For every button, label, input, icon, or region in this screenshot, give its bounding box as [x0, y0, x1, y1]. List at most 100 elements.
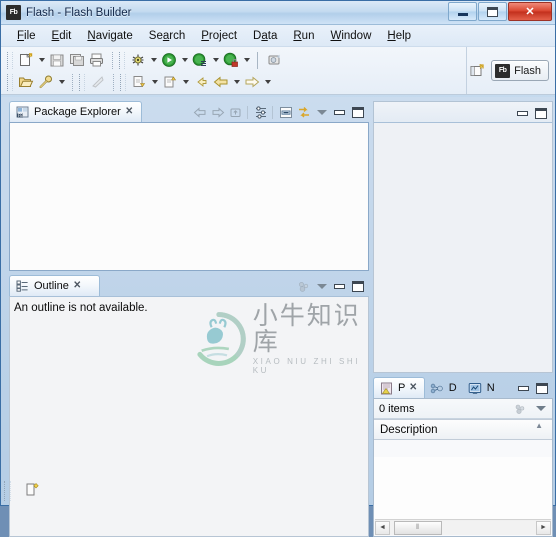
tab-outline[interactable]: Outline ✕ [9, 275, 100, 296]
profile-icon [192, 53, 206, 67]
minimize-icon [517, 111, 528, 116]
prev-annotation-button[interactable] [160, 73, 180, 92]
menu-item-help[interactable]: Help [379, 28, 419, 44]
back-button[interactable] [211, 73, 231, 92]
run-play-icon [162, 53, 176, 67]
next-annotation-dropdown[interactable] [149, 73, 160, 92]
last-edit-location-icon [197, 77, 207, 87]
open-perspective-icon [470, 63, 484, 76]
run-dropdown[interactable] [179, 51, 190, 70]
scroll-track[interactable]: ⦀ [390, 520, 536, 535]
new-file-icon [20, 52, 33, 66]
minimize-button[interactable] [448, 2, 477, 21]
menu-item-data[interactable]: Data [245, 28, 285, 44]
app-icon: Fb [6, 5, 21, 20]
filters-button[interactable] [252, 104, 269, 121]
open-button[interactable] [16, 73, 36, 92]
menu-item-edit[interactable]: Edit [44, 28, 80, 44]
view-options-button[interactable] [295, 278, 312, 295]
up-button[interactable] [227, 104, 244, 121]
back-button[interactable] [191, 104, 208, 121]
toolbar-grip[interactable] [79, 73, 85, 91]
perspective-flash-button[interactable]: Fb Flash [491, 60, 549, 81]
save-button[interactable] [47, 51, 67, 70]
outline-tabbar: Outline ✕ [9, 275, 369, 296]
search-dropdown[interactable] [56, 73, 67, 92]
editor-toolbar [514, 105, 549, 122]
tab-problems[interactable]: P ✕ [373, 377, 425, 398]
view-menu-button[interactable] [313, 104, 330, 121]
new-dropdown[interactable] [36, 51, 47, 70]
profile-dropdown[interactable] [210, 51, 221, 70]
view-menu-button[interactable] [313, 278, 330, 295]
external-tools-button[interactable] [264, 51, 284, 70]
scroll-right-button[interactable]: ► [536, 520, 551, 535]
tab-label: P [398, 382, 406, 394]
forward-button[interactable] [242, 73, 262, 92]
scroll-left-button[interactable]: ◄ [375, 520, 390, 535]
status-bar-icon [25, 482, 43, 501]
tab-label: D [448, 382, 457, 394]
menu-item-file[interactable]: File [9, 28, 44, 44]
forward-dropdown[interactable] [262, 73, 273, 92]
scroll-thumb[interactable]: ⦀ [394, 520, 442, 535]
prev-annotation-dropdown[interactable] [180, 73, 191, 92]
menu-item-project[interactable]: Project [193, 28, 245, 44]
network-monitor-icon [468, 381, 483, 395]
toolbar-grip[interactable] [7, 73, 13, 91]
close-icon[interactable]: ✕ [125, 107, 133, 117]
secure-run-dropdown[interactable] [241, 51, 252, 70]
forward-button[interactable] [209, 104, 226, 121]
status-bar-grip[interactable] [4, 481, 11, 501]
debug-button[interactable] [128, 51, 148, 70]
filters-button[interactable] [512, 400, 529, 417]
menu-item-run[interactable]: Run [285, 28, 322, 44]
menu-item-navigate[interactable]: Navigate [79, 28, 140, 44]
minimize-button[interactable] [514, 105, 531, 122]
tab-label: Package Explorer [34, 106, 121, 118]
save-all-button[interactable] [67, 51, 87, 70]
restore-button[interactable] [478, 2, 507, 21]
minimize-button[interactable] [331, 104, 348, 121]
tab-data-services[interactable]: D [425, 378, 463, 398]
tab-package-explorer[interactable]: FB Package Explorer ✕ [9, 101, 142, 122]
collapse-all-button[interactable] [277, 104, 294, 121]
chevron-down-icon [316, 110, 327, 115]
secure-run-button[interactable] [221, 51, 241, 70]
next-annotation-button[interactable] [129, 73, 149, 92]
package-explorer-tree[interactable] [9, 122, 369, 271]
close-button[interactable]: ✕ [508, 2, 552, 21]
minimize-icon [518, 386, 529, 391]
toolbar-grip[interactable] [7, 51, 13, 69]
up-level-icon [230, 108, 240, 117]
editor-empty-area[interactable] [373, 122, 553, 373]
column-header-description[interactable]: Description ▲ [374, 419, 552, 440]
last-edit-button[interactable] [191, 73, 211, 92]
toolbar-grip[interactable] [119, 51, 125, 69]
minimize-button[interactable] [331, 278, 348, 295]
profile-button[interactable] [190, 51, 210, 70]
debug-dropdown[interactable] [148, 51, 159, 70]
close-icon[interactable]: ✕ [410, 383, 418, 393]
minimize-button[interactable] [515, 380, 532, 397]
back-dropdown[interactable] [231, 73, 242, 92]
horizontal-scrollbar[interactable]: ◄ ⦀ ► [375, 519, 551, 535]
search-pin-icon [39, 75, 52, 89]
menu-item-window[interactable]: Window [322, 28, 379, 44]
link-with-editor-button[interactable] [295, 104, 312, 121]
open-perspective-button[interactable] [467, 61, 487, 80]
view-menu-button[interactable] [532, 400, 549, 417]
maximize-button[interactable] [349, 104, 366, 121]
print-button[interactable] [87, 51, 107, 70]
maximize-button[interactable] [349, 278, 366, 295]
new-button[interactable] [16, 51, 36, 70]
maximize-button[interactable] [532, 105, 549, 122]
run-button[interactable] [159, 51, 179, 70]
toolbar-grip[interactable] [120, 73, 126, 91]
menu-item-search[interactable]: Search [141, 28, 193, 44]
tab-network-monitor[interactable]: N [463, 378, 501, 398]
search-button[interactable] [36, 73, 56, 92]
maximize-button[interactable] [533, 380, 550, 397]
close-icon[interactable]: ✕ [73, 281, 81, 291]
publish-button[interactable] [88, 73, 108, 92]
